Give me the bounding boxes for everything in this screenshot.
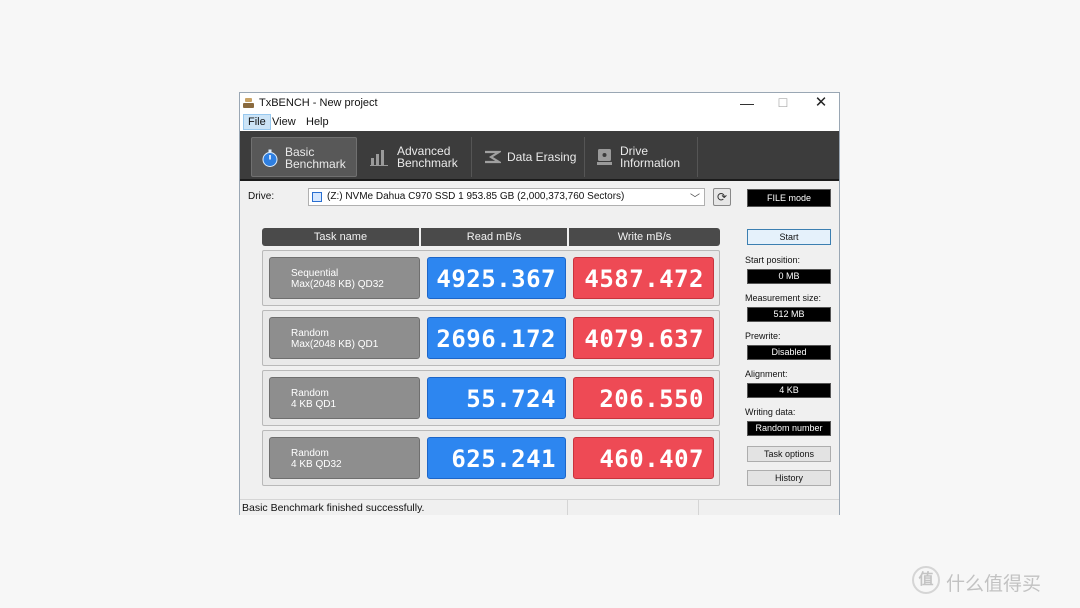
task-button[interactable]: Random Max(2048 KB) QD1 (269, 317, 420, 359)
write-value: 4587.472 (573, 257, 714, 299)
refresh-button[interactable]: ⟳ (713, 188, 731, 206)
alignment-value[interactable]: 4 KB (747, 383, 831, 398)
task-options-button[interactable]: Task options (747, 446, 831, 462)
benchmark-row: Sequential Max(2048 KB) QD32 4925.367 45… (262, 250, 720, 306)
watermark-logo-icon: 值 (912, 566, 940, 594)
alignment-label: Alignment: (745, 369, 788, 379)
menu-view[interactable]: View (268, 115, 300, 129)
measurement-size-label: Measurement size: (745, 293, 822, 303)
drive-select[interactable]: (Z:) NVMe Dahua C970 SSD 1 953.85 GB (2,… (308, 188, 705, 206)
header-task-name: Task name (262, 228, 419, 246)
tab-data-erasing[interactable]: Data Erasing (474, 137, 585, 177)
write-value: 460.407 (573, 437, 714, 479)
header-read: Read mB/s (421, 228, 567, 246)
header-write: Write mB/s (569, 228, 720, 246)
task-name-line2: Max(2048 KB) QD32 (291, 279, 384, 290)
task-name-line2: 4 KB QD1 (291, 399, 337, 410)
task-button[interactable]: Random 4 KB QD32 (269, 437, 420, 479)
measurement-size-value[interactable]: 512 MB (747, 307, 831, 322)
watermark-text: 什么值得买 (946, 574, 1042, 595)
task-button[interactable]: Random 4 KB QD1 (269, 377, 420, 419)
minimize-button[interactable]: — (729, 93, 765, 113)
task-name-line1: Random (291, 328, 329, 339)
writing-data-value[interactable]: Random number (747, 421, 831, 436)
benchmark-row: Random 4 KB QD32 625.241 460.407 (262, 430, 720, 486)
refresh-icon: ⟳ (716, 190, 728, 204)
start-button[interactable]: Start (747, 229, 831, 245)
prewrite-label: Prewrite: (745, 331, 781, 341)
status-divider (698, 500, 699, 515)
menu-help[interactable]: Help (302, 115, 333, 129)
benchmark-row: Random Max(2048 KB) QD1 2696.172 4079.63… (262, 310, 720, 366)
write-value: 4079.637 (573, 317, 714, 359)
window-title: TxBENCH - New project (259, 97, 378, 109)
task-name-line1: Random (291, 388, 329, 399)
tab-data-erasing-label: Data Erasing (507, 150, 577, 164)
tab-advanced-benchmark[interactable]: Advanced Benchmark (361, 137, 472, 177)
app-window: TxBENCH - New project — ☐ ✕ File View He… (239, 92, 840, 515)
close-button[interactable]: ✕ (803, 93, 839, 113)
task-name-line1: Random (291, 448, 329, 459)
status-text: Basic Benchmark finished successfully. (242, 502, 425, 514)
file-mode-indicator: FILE mode (747, 189, 831, 207)
eraser-icon (485, 150, 501, 164)
tab-drive-information-label: Drive Information (620, 144, 681, 170)
drive-select-value: (Z:) NVMe Dahua C970 SSD 1 953.85 GB (2,… (327, 191, 625, 202)
read-value: 2696.172 (427, 317, 566, 359)
history-button[interactable]: History (747, 470, 831, 486)
task-name-line2: Max(2048 KB) QD1 (291, 339, 379, 350)
status-bar: Basic Benchmark finished successfully. (240, 499, 839, 515)
app-icon (243, 98, 254, 108)
drive-info-icon (597, 149, 612, 165)
task-button[interactable]: Sequential Max(2048 KB) QD32 (269, 257, 420, 299)
read-value: 4925.367 (427, 257, 566, 299)
read-value: 625.241 (427, 437, 566, 479)
tab-advanced-benchmark-label: Advanced Benchmark (397, 144, 458, 170)
title-bar[interactable]: TxBENCH - New project — ☐ ✕ (240, 93, 839, 113)
start-position-value[interactable]: 0 MB (747, 269, 831, 284)
tab-drive-information[interactable]: Drive Information (587, 137, 698, 177)
menu-file[interactable]: File (243, 114, 271, 130)
drive-icon (312, 192, 322, 202)
read-value: 55.724 (427, 377, 566, 419)
stopwatch-icon (262, 149, 278, 167)
prewrite-value[interactable]: Disabled (747, 345, 831, 360)
start-position-label: Start position: (745, 255, 801, 265)
chevron-down-icon: ﹀ (690, 194, 700, 205)
task-name-line2: 4 KB QD32 (291, 459, 342, 470)
writing-data-label: Writing data: (745, 407, 796, 417)
status-divider (567, 500, 568, 515)
toolbar: Basic Benchmark Advanced Benchmark Data … (240, 131, 839, 181)
tab-basic-benchmark-label: Basic Benchmark (285, 145, 346, 171)
drive-label: Drive: (248, 191, 275, 202)
maximize-button[interactable]: ☐ (765, 93, 801, 113)
write-value: 206.550 (573, 377, 714, 419)
bar-chart-icon (370, 150, 388, 166)
task-name-line1: Sequential (291, 268, 339, 279)
tab-basic-benchmark[interactable]: Basic Benchmark (251, 137, 357, 177)
benchmark-row: Random 4 KB QD1 55.724 206.550 (262, 370, 720, 426)
menu-bar: File View Help (240, 113, 839, 131)
